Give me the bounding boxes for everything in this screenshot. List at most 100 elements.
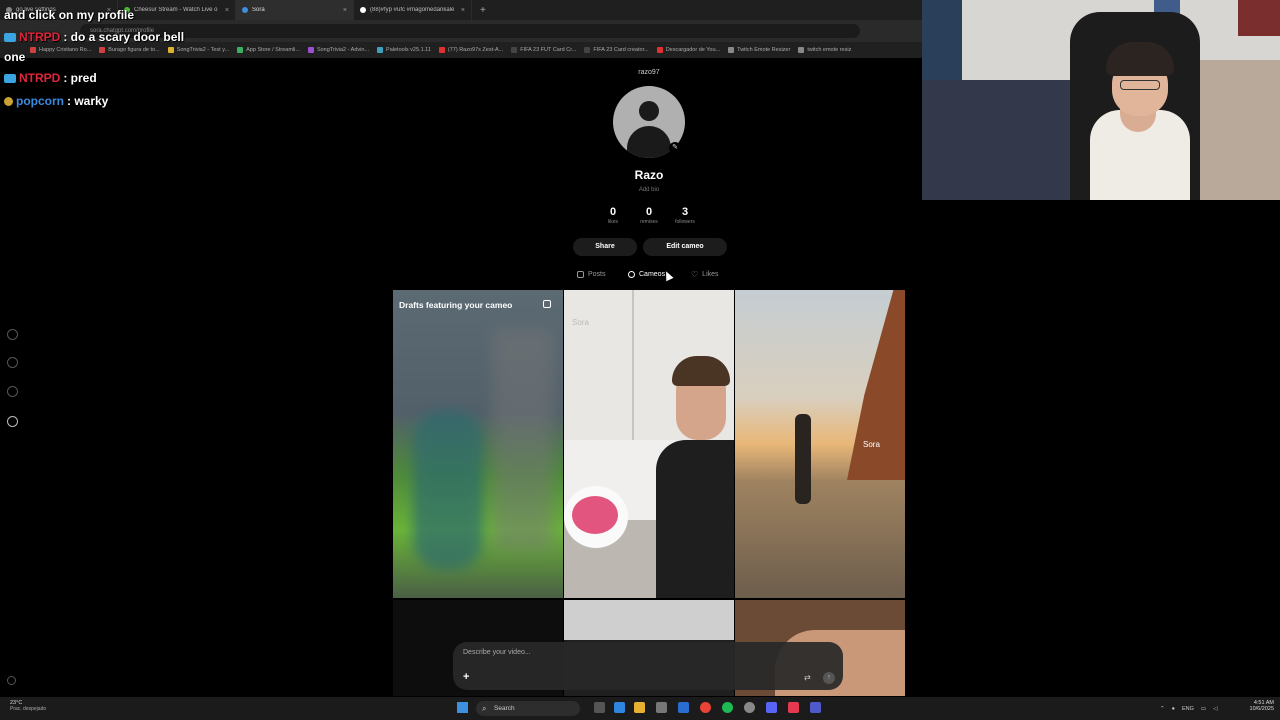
volume-icon[interactable]: ◁	[1213, 706, 1217, 712]
chat-message: NTRPD : pred	[4, 71, 97, 85]
sliders-icon[interactable]: ⇄	[804, 673, 811, 682]
bookmark-favicon	[307, 47, 314, 53]
bookmarks-bar: Happy Cristiano Ro... Burago figura de to…	[0, 42, 922, 58]
profile-icon[interactable]	[7, 416, 18, 427]
donut	[572, 496, 618, 534]
bookmark-item[interactable]: SongTrivia2 - Advin...	[307, 47, 369, 53]
address-bar[interactable]: sora.chatgpt.com/profile	[80, 24, 860, 38]
edge-icon[interactable]	[614, 702, 625, 713]
tab-favicon	[242, 7, 248, 13]
teams-icon[interactable]	[810, 702, 821, 713]
bookmark-item[interactable]: Descargador de You...	[656, 47, 721, 53]
drafts-title: Drafts featuring your cameo	[399, 300, 513, 310]
edit-cameo-button[interactable]: Edit cameo	[643, 238, 727, 256]
bookmark-label: twitch emote resiz	[807, 47, 852, 53]
bookmark-item[interactable]: twitch emote resiz	[798, 47, 851, 53]
prompt-input[interactable]: Describe your video...	[463, 649, 531, 656]
tab-close-icon[interactable]: ×	[343, 7, 347, 14]
browser-tab-active[interactable]: Sora ×	[236, 0, 354, 20]
music-icon[interactable]	[788, 702, 799, 713]
drafts-icon	[543, 300, 551, 308]
bookmark-item[interactable]: App Store / Streamli...	[237, 47, 300, 53]
bookmark-item[interactable]: Twitch Emote Resizer	[728, 47, 790, 53]
bookmark-label: Happy Cristiano Ro...	[39, 47, 92, 53]
bookmark-label: Twitch Emote Resizer	[737, 47, 791, 53]
bookmark-item[interactable]: SongTrivia2 - Test y...	[167, 47, 229, 53]
bookmark-favicon	[584, 47, 591, 53]
bookmark-label: FIFA 23 Card creator...	[593, 47, 649, 53]
chat-username: NTRPD	[19, 30, 61, 44]
chevron-up-icon[interactable]: ⌃	[1160, 706, 1165, 712]
search-label: Search	[494, 705, 515, 712]
stat-label: likes	[607, 219, 618, 225]
bookmark-item[interactable]: FIFA 23 Card creator...	[584, 47, 649, 53]
drafts-tile[interactable]: Drafts featuring your cameo	[393, 290, 563, 598]
bookmark-item[interactable]: Happy Cristiano Ro...	[30, 47, 91, 53]
chat-message: and click on my profile	[4, 8, 134, 22]
tab-close-icon[interactable]: ×	[225, 7, 229, 14]
stat-likes: 0 likes	[598, 206, 628, 225]
bell-icon[interactable]	[7, 386, 18, 397]
chat-badge-icon	[4, 32, 16, 42]
tab-likes[interactable]: ♡ Likes	[691, 268, 719, 280]
bookmark-item[interactable]: (77) Razo97s Zest-A...	[438, 47, 504, 53]
bookmark-item[interactable]: FIFA 23 FUT Card Cr...	[511, 47, 576, 53]
browser-tab[interactable]: (88)#fyp #ufc #magomedankale ×	[354, 0, 472, 20]
bookmark-label: FIFA 23 FUT Card Cr...	[520, 47, 577, 53]
sora-watermark: Sora	[863, 440, 880, 449]
chat-text: : do a scary door bell	[63, 30, 185, 44]
tab-label: Likes	[702, 270, 719, 278]
new-tab-button[interactable]: +	[472, 5, 494, 16]
windows-taskbar: 23°C Prac. despejado ⌕ Search ⌃ ● ENG ▭ …	[0, 697, 1280, 720]
edit-avatar-icon[interactable]: ✎	[669, 142, 681, 154]
bookmark-favicon	[438, 47, 445, 53]
network-icon[interactable]: ▭	[1201, 706, 1206, 712]
add-bio-link[interactable]: Add bio	[600, 187, 698, 193]
language-indicator[interactable]: ENG	[1182, 706, 1194, 712]
add-media-button[interactable]: +	[463, 671, 469, 683]
tab-close-icon[interactable]: ×	[461, 7, 465, 14]
chrome-icon[interactable]	[700, 702, 711, 713]
spotify-icon[interactable]	[722, 702, 733, 713]
tab-posts[interactable]: Posts	[577, 268, 606, 280]
tab-label: Cameos	[639, 270, 666, 278]
chat-text: : warky	[67, 94, 109, 108]
chat-text: and click on my profile	[4, 8, 135, 22]
bookmark-label: Descargador de You...	[665, 47, 721, 53]
outlook-icon[interactable]	[678, 702, 689, 713]
weather-widget[interactable]: 23°C Prac. despejado	[10, 700, 46, 712]
app-icon[interactable]	[744, 702, 755, 713]
stat-followers[interactable]: 3 followers	[670, 206, 700, 225]
chat-message: popcorn : warky	[4, 94, 108, 108]
search-icon: ⌕	[482, 704, 487, 713]
clock[interactable]: 4:51 AM 10/6/2025	[1242, 700, 1274, 712]
mic-icon[interactable]: ●	[1172, 706, 1175, 712]
bookmark-favicon	[511, 47, 518, 53]
chat-text: : pred	[63, 71, 97, 85]
bookmark-item[interactable]: Paletools v25.1.11	[377, 47, 431, 53]
discord-icon[interactable]	[766, 702, 777, 713]
stat-value: 0	[645, 206, 653, 218]
store-icon[interactable]	[656, 702, 667, 713]
tab-label: Sora	[252, 7, 265, 13]
settings-icon[interactable]	[7, 676, 16, 685]
file-explorer-icon[interactable]	[634, 702, 645, 713]
tab-cameos[interactable]: Cameos	[628, 268, 665, 280]
video-tile[interactable]: Sora	[735, 290, 905, 598]
task-view-icon[interactable]	[594, 702, 605, 713]
bookmark-favicon	[728, 47, 735, 53]
bookmark-favicon	[30, 47, 36, 53]
search-icon[interactable]	[7, 357, 18, 368]
room-window	[922, 0, 962, 90]
send-arrow-icon[interactable]: ↑	[823, 672, 835, 684]
system-tray: ⌃ ● ENG ▭ ◁	[1160, 697, 1217, 720]
browser-tab[interactable]: Cheesur Stream - Watch Live o ×	[118, 0, 236, 20]
share-button[interactable]: Share	[573, 238, 637, 256]
windows-start-icon[interactable]	[457, 702, 468, 713]
home-icon[interactable]	[7, 329, 18, 340]
bookmark-item[interactable]: Burago figura de to...	[99, 47, 160, 53]
taskbar-search[interactable]: ⌕ Search	[476, 701, 580, 716]
bookmark-label: (77) Razo97s Zest-A...	[447, 47, 504, 53]
video-tile[interactable]: Sora	[564, 290, 734, 598]
bookmark-label: App Store / Streamli...	[246, 47, 300, 53]
